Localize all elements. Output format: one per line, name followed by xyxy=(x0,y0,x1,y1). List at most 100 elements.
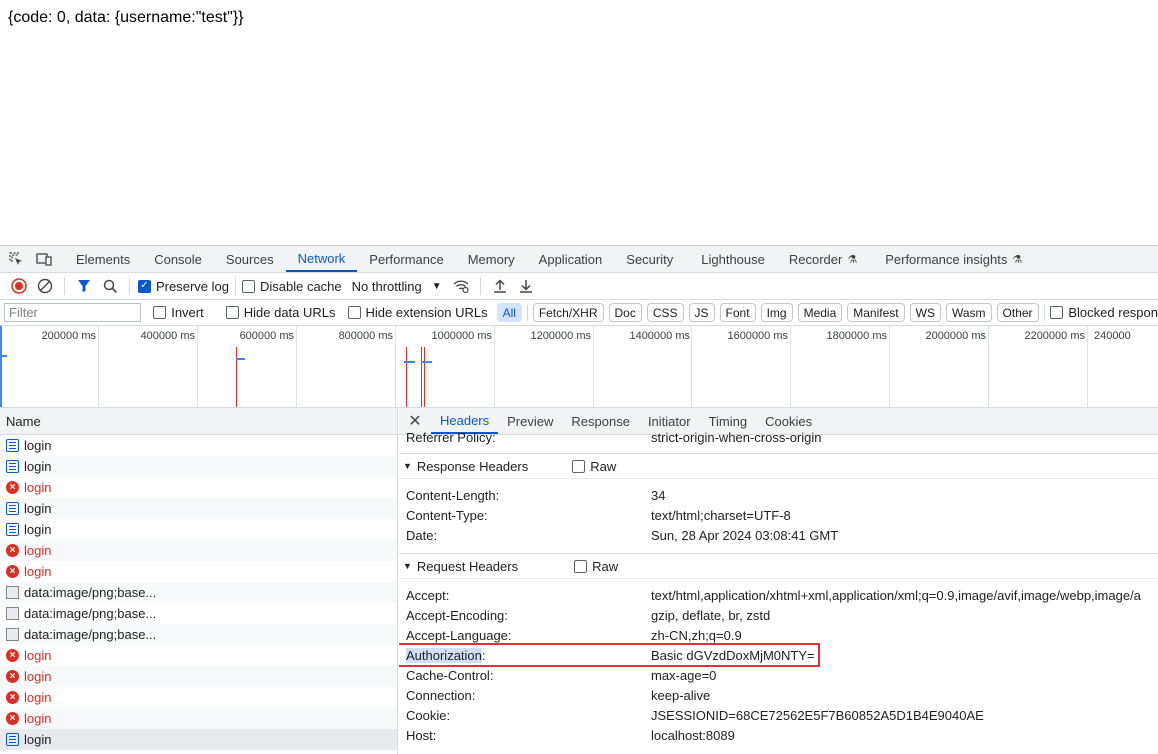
network-toolbar: ✓ Preserve log Disable cache No throttli… xyxy=(0,273,1158,300)
timeline-request-marker xyxy=(236,358,245,360)
type-filter-wasm[interactable]: Wasm xyxy=(945,303,992,322)
document-icon xyxy=(6,502,19,515)
page-response-text: {code: 0, data: {username:"test"}} xyxy=(8,9,244,26)
tab-elements[interactable]: Elements xyxy=(64,246,142,272)
timeline-tick-label: 2000000 ms xyxy=(925,330,986,342)
request-row-selected[interactable]: login xyxy=(0,729,397,750)
device-toolbar-icon[interactable] xyxy=(36,251,52,267)
tab-console[interactable]: Console xyxy=(142,246,214,272)
tab-application[interactable]: Application xyxy=(527,246,615,272)
filter-bar: Filter Invert Hide data URLs Hide extens… xyxy=(0,300,1158,326)
tab-headers[interactable]: Headers xyxy=(431,408,499,434)
tab-response[interactable]: Response xyxy=(562,408,639,434)
toolbar-divider xyxy=(64,277,65,295)
header-row: Connection: keep-alive xyxy=(406,687,711,703)
header-row: Accept-Language: zh-CN,zh;q=0.9 xyxy=(406,627,742,643)
timeline-tick-label: 240000 xyxy=(1094,330,1131,342)
toolbar-divider xyxy=(479,277,481,295)
request-row[interactable]: × login xyxy=(0,561,397,582)
error-icon: × xyxy=(6,544,19,557)
error-icon: × xyxy=(6,481,19,494)
network-overview-timeline[interactable]: 200000 ms 400000 ms 600000 ms 800000 ms … xyxy=(0,326,1158,408)
tab-sources[interactable]: Sources xyxy=(214,246,286,272)
request-row[interactable]: login xyxy=(0,456,397,477)
type-filter-doc[interactable]: Doc xyxy=(608,303,642,322)
timeline-request-marker xyxy=(404,361,415,363)
request-raw-checkbox[interactable]: Raw xyxy=(574,559,618,574)
request-row[interactable]: data:image/png;base... xyxy=(0,603,397,624)
timeline-tick-label: 2200000 ms xyxy=(1024,330,1085,342)
timeline-tick-label: 1200000 ms xyxy=(530,330,591,342)
tab-timing[interactable]: Timing xyxy=(700,408,757,434)
type-filter-other[interactable]: Other xyxy=(996,303,1039,322)
blocked-response-cookies-checkbox[interactable]: Blocked respon xyxy=(1050,305,1158,320)
type-filter-img[interactable]: Img xyxy=(760,303,793,322)
disable-cache-checkbox[interactable]: Disable cache xyxy=(241,279,342,294)
request-row[interactable]: login xyxy=(0,519,397,540)
timeline-load-marker xyxy=(406,347,407,407)
tab-network[interactable]: Network xyxy=(285,246,358,272)
request-row[interactable]: login xyxy=(0,498,397,519)
error-icon: × xyxy=(6,670,19,683)
inspect-element-icon[interactable] xyxy=(8,251,24,267)
tab-performance[interactable]: Performance xyxy=(357,246,455,272)
tab-lighthouse[interactable]: Lighthouse xyxy=(689,246,777,272)
record-stop-icon[interactable] xyxy=(6,275,32,297)
request-row[interactable]: × login xyxy=(0,666,397,687)
request-row[interactable]: × login xyxy=(0,687,397,708)
type-filter-js[interactable]: JS xyxy=(688,303,715,322)
timeline-load-marker xyxy=(236,347,237,407)
checkbox-checked-icon[interactable]: ✓ xyxy=(138,279,151,293)
error-icon: × xyxy=(6,712,19,725)
clear-icon[interactable] xyxy=(32,275,58,297)
hide-extension-urls-checkbox[interactable]: Hide extension URLs xyxy=(347,305,488,320)
tab-security[interactable]: Security xyxy=(614,246,685,272)
tab-initiator[interactable]: Initiator xyxy=(639,408,700,434)
tab-recorder[interactable]: Recorder ⚗ xyxy=(777,246,869,272)
request-row[interactable]: data:image/png;base... xyxy=(0,582,397,603)
timeline-load-marker xyxy=(421,347,422,407)
header-row: Cookie: JSESSIONID=68CE72562E5F7B60852A5D… xyxy=(406,707,984,723)
response-headers-section[interactable]: ▼ Response Headers Raw xyxy=(399,453,1158,479)
header-row: Accept: text/html,application/xhtml+xml,a… xyxy=(406,587,1141,603)
type-filter-fetch-xhr[interactable]: Fetch/XHR xyxy=(532,303,604,322)
invert-checkbox[interactable]: Invert xyxy=(153,305,204,320)
tab-memory[interactable]: Memory xyxy=(456,246,527,272)
document-icon xyxy=(6,523,19,536)
error-icon: × xyxy=(6,691,19,704)
request-row[interactable]: × login xyxy=(0,708,397,729)
request-headers-section[interactable]: ▼ Request Headers Raw xyxy=(399,553,1158,579)
response-raw-checkbox[interactable]: Raw xyxy=(572,459,616,474)
expand-triangle-icon: ▼ xyxy=(403,561,412,571)
request-row[interactable]: × login xyxy=(0,540,397,561)
type-filter-manifest[interactable]: Manifest xyxy=(847,303,905,322)
tab-cookies[interactable]: Cookies xyxy=(756,408,821,434)
request-row[interactable]: × login xyxy=(0,477,397,498)
tab-preview[interactable]: Preview xyxy=(498,408,562,434)
import-har-icon[interactable] xyxy=(487,275,513,297)
type-filter-media[interactable]: Media xyxy=(797,303,843,322)
document-icon xyxy=(6,439,19,452)
network-conditions-icon[interactable] xyxy=(448,275,474,297)
type-filter-css[interactable]: CSS xyxy=(646,303,684,322)
hide-data-urls-checkbox[interactable]: Hide data URLs xyxy=(225,305,336,320)
type-filter-ws[interactable]: WS xyxy=(909,303,941,322)
type-filter-all[interactable]: All xyxy=(496,303,522,322)
toolbar-divider xyxy=(234,277,236,295)
export-har-icon[interactable] xyxy=(513,275,539,297)
preserve-log-checkbox[interactable]: ✓ Preserve log xyxy=(138,279,229,294)
request-row[interactable]: × login xyxy=(0,645,397,666)
filter-input[interactable]: Filter xyxy=(4,303,142,322)
close-icon[interactable]: ✕ xyxy=(399,408,431,434)
request-row[interactable]: data:image/png;base... xyxy=(0,624,397,645)
request-row[interactable]: login xyxy=(0,435,397,456)
request-list-header[interactable]: Name xyxy=(0,408,397,435)
tab-performance-insights[interactable]: Performance insights ⚗ xyxy=(873,246,1034,272)
type-filter-font[interactable]: Font xyxy=(719,303,756,322)
dropdown-arrow-icon: ▼ xyxy=(431,280,442,292)
throttling-select[interactable]: No throttling ▼ xyxy=(352,279,442,294)
search-icon[interactable] xyxy=(97,275,123,297)
filter-icon[interactable] xyxy=(71,275,97,297)
expand-triangle-icon: ▼ xyxy=(403,461,412,471)
header-row: Host: localhost:8089 xyxy=(406,727,735,743)
